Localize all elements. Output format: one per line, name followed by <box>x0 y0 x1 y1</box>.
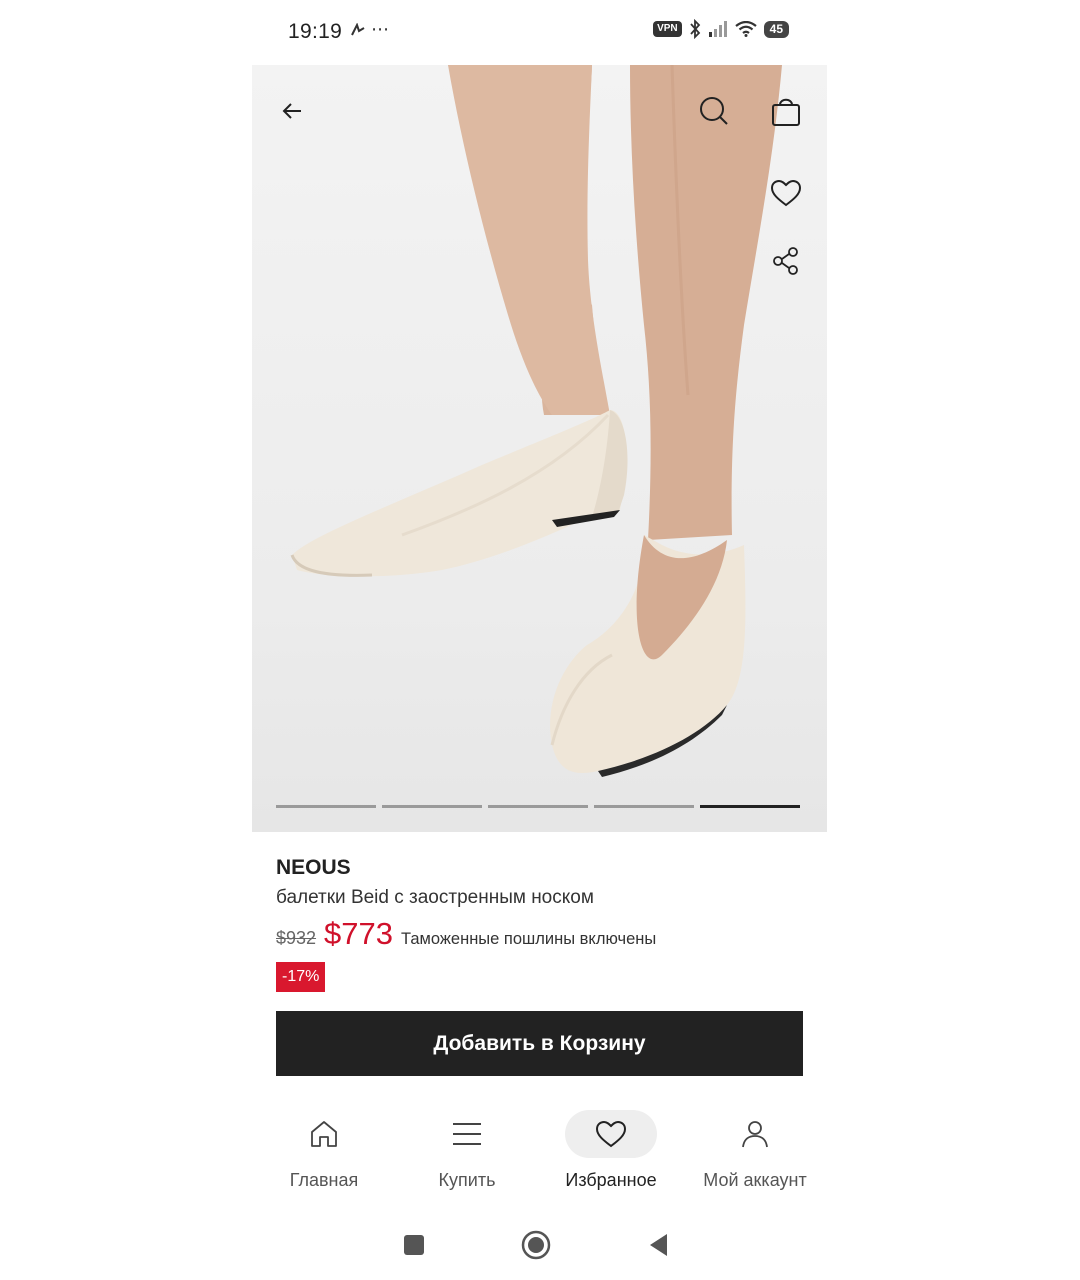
status-time: 19:19 <box>288 20 343 43</box>
search-icon <box>700 97 728 125</box>
nav-label-account: Мой аккаунт <box>703 1170 807 1190</box>
wifi-icon <box>734 21 757 37</box>
nav-label-shop: Купить <box>438 1170 496 1190</box>
old-price: $932 <box>276 928 317 948</box>
search-button[interactable] <box>692 89 736 133</box>
share-icon <box>773 247 798 275</box>
nav-item-shop[interactable]: Купить <box>397 1104 537 1204</box>
nav-item-favorites[interactable]: Избранное <box>541 1104 681 1204</box>
menu-icon <box>453 1123 481 1145</box>
circle-home-icon <box>521 1230 551 1260</box>
back-button[interactable] <box>270 89 314 133</box>
home-system-button[interactable] <box>519 1228 553 1262</box>
nav-icon-account <box>709 1110 801 1158</box>
gallery-dot-1[interactable] <box>276 805 376 808</box>
nav-icon-home <box>278 1110 370 1158</box>
product-image-gallery[interactable] <box>252 65 827 832</box>
vpn-badge: VPN <box>653 21 682 37</box>
heart-outline-icon <box>770 179 802 207</box>
triangle-back-icon <box>650 1234 667 1256</box>
status-more-text: ⋯ <box>371 19 390 39</box>
gallery-dot-4[interactable] <box>594 805 694 808</box>
nav-item-home[interactable]: Главная <box>254 1104 394 1204</box>
discount-badge: -17% <box>276 962 326 992</box>
home-icon <box>311 1121 337 1147</box>
user-icon <box>742 1121 768 1148</box>
gallery-dot-2[interactable] <box>382 805 482 808</box>
nav-label-favorites: Избранное <box>565 1170 657 1190</box>
heart-icon <box>595 1120 627 1148</box>
status-right-icons: VPN 45 <box>653 19 789 39</box>
nav-icon-shop <box>421 1110 513 1158</box>
navigation-arrow-icon <box>351 22 365 36</box>
gallery-pagination <box>276 805 800 808</box>
status-bar: 19:19 ⋯ VPN 45 <box>252 0 827 64</box>
duties-note: Таможенные пошлины включены <box>401 930 657 948</box>
gallery-dot-3[interactable] <box>488 805 588 808</box>
back-system-button[interactable] <box>642 1228 676 1262</box>
price-row: $932 $773 Таможенные пошлины включены <box>276 916 656 952</box>
recent-apps-button[interactable] <box>397 1228 431 1262</box>
bluetooth-icon <box>689 19 700 39</box>
product-name: балетки Beid с заостренным носком <box>276 887 594 908</box>
add-to-cart-button[interactable]: Добавить в Корзину <box>276 1011 803 1076</box>
shopping-bag-icon <box>772 98 800 126</box>
nav-label-home: Главная <box>289 1170 359 1190</box>
nav-item-account[interactable]: Мой аккаунт <box>685 1104 825 1204</box>
square-icon <box>404 1235 424 1255</box>
arrow-left-icon <box>282 103 301 119</box>
system-navigation-bar <box>252 1214 827 1274</box>
cart-button[interactable] <box>764 89 808 133</box>
share-button[interactable] <box>764 239 808 283</box>
status-notification-icons: ⋯ <box>350 19 389 40</box>
gallery-dot-5[interactable] <box>700 805 800 808</box>
signal-icon <box>708 21 727 37</box>
product-photo <box>290 65 782 777</box>
phone-screen: 19:19 ⋯ VPN 45 NEOUS балетки Beid с заос… <box>252 0 827 1280</box>
nav-icon-favorites <box>565 1110 657 1158</box>
bottom-navigation: Главная Купить Избранное Мой аккаунт <box>252 1104 827 1204</box>
battery-indicator: 45 <box>763 20 789 38</box>
current-price: $773 <box>324 916 394 951</box>
product-brand[interactable]: NEOUS <box>276 856 351 880</box>
favorite-button[interactable] <box>764 171 808 215</box>
